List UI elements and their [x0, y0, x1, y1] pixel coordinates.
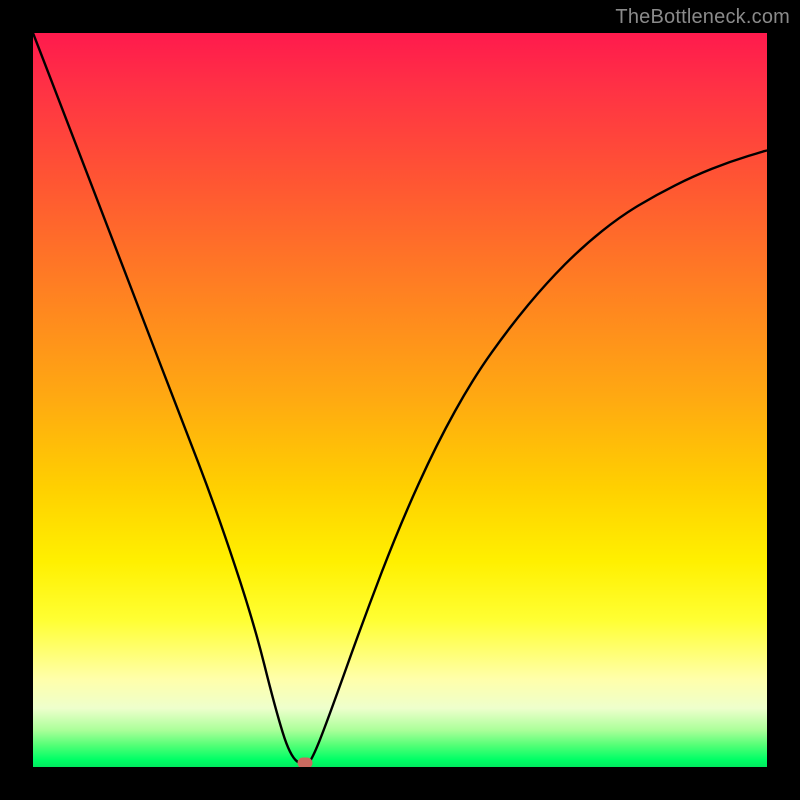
watermark-text: TheBottleneck.com	[615, 6, 790, 29]
bottleneck-curve	[33, 33, 767, 767]
chart-frame: TheBottleneck.com	[0, 0, 800, 800]
optimal-point-marker	[297, 758, 312, 767]
plot-area	[33, 33, 767, 767]
